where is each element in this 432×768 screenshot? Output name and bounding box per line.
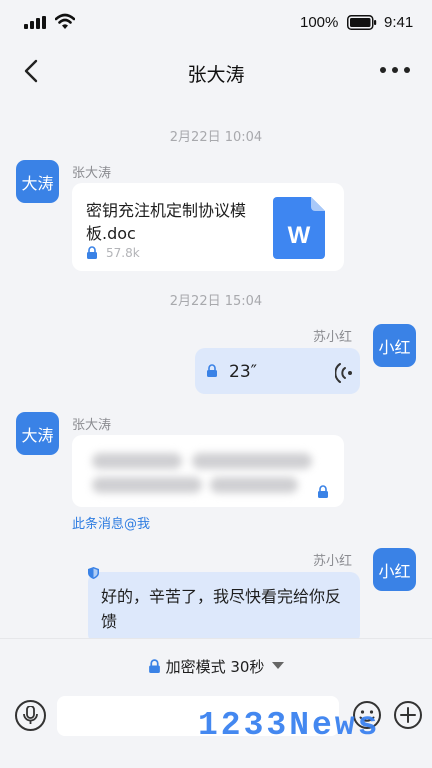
sender-name: 张大涛: [72, 166, 112, 181]
word-file-letter: W: [288, 222, 311, 249]
wifi-icon: [55, 13, 75, 29]
lock-icon: [87, 246, 97, 259]
plus-icon[interactable]: [393, 700, 423, 730]
file-name: 密钥充注机定制协议模板.doc: [86, 201, 247, 243]
blurred-message-bubble[interactable]: [72, 435, 344, 507]
avatar[interactable]: 大涛: [16, 412, 59, 455]
voice-wave-icon: [335, 363, 352, 383]
encryption-mode-selector[interactable]: 加密模式 30秒: [0, 656, 432, 677]
lock-icon: [148, 659, 160, 673]
encryption-mode-label: 加密模式 30秒: [165, 658, 265, 676]
sender-name: 张大涛: [72, 418, 112, 433]
battery-icon: [347, 15, 377, 30]
sender-name: 苏小红: [313, 554, 353, 569]
message-text: 好的，辛苦了，我尽快看完给你反馈: [101, 587, 342, 631]
file-size: 57.8k: [106, 246, 140, 260]
watermark: 1233News: [198, 707, 381, 744]
word-file-icon[interactable]: W: [273, 197, 325, 259]
caret-down-icon: [272, 662, 285, 669]
avatar[interactable]: 小红: [373, 324, 416, 367]
avatar[interactable]: 大涛: [16, 160, 59, 203]
sender-name: 苏小红: [313, 330, 353, 345]
voice-duration: 23″: [229, 362, 257, 382]
status-bar: 100% 9:41: [0, 0, 432, 46]
page-title: 张大涛: [187, 64, 245, 86]
mention-link[interactable]: 此条消息@我: [72, 513, 150, 532]
timestamp: 2月22日 15:04: [169, 294, 263, 309]
microphone-icon[interactable]: [15, 700, 46, 731]
shield-icon: [88, 567, 99, 579]
signal-icon: [24, 16, 46, 29]
more-icon[interactable]: [380, 67, 410, 75]
lock-icon: [207, 364, 217, 377]
lock-icon: [318, 485, 328, 498]
status-time: 9:41: [384, 14, 414, 31]
timestamp: 2月22日 10:04: [169, 130, 263, 145]
battery-percent: 100%: [300, 14, 339, 31]
avatar[interactable]: 小红: [373, 548, 416, 591]
